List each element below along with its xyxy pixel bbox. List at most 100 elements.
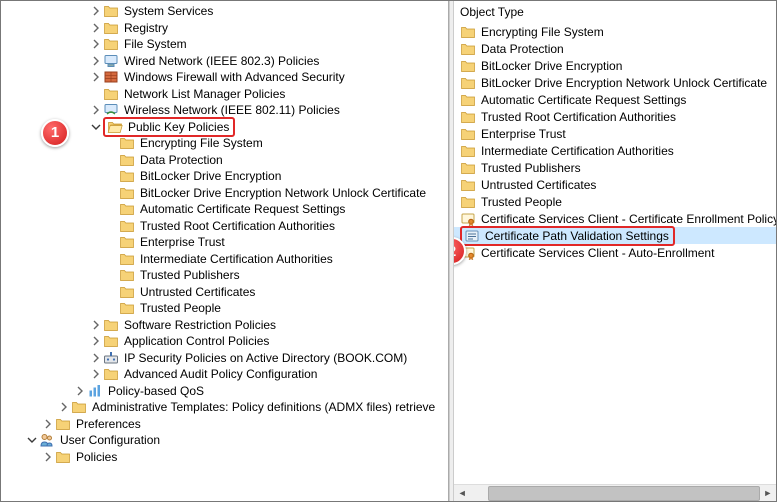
collapse-toggle[interactable]: [25, 435, 39, 445]
folder-icon: [119, 218, 135, 234]
tree-item-label: Trusted People: [138, 301, 223, 315]
folder-icon: [103, 20, 119, 36]
list-item[interactable]: Trusted People: [454, 193, 776, 210]
tree-item-label: Windows Firewall with Advanced Security: [122, 70, 347, 84]
expand-toggle[interactable]: [41, 452, 55, 462]
tree-item[interactable]: Advanced Audit Policy Configuration: [1, 366, 448, 383]
tree-item-label: Software Restriction Policies: [122, 318, 278, 332]
expand-toggle[interactable]: [89, 39, 103, 49]
tree-item[interactable]: System Services: [1, 3, 448, 20]
list-item-label: Intermediate Certification Authorities: [479, 144, 676, 158]
list-item[interactable]: Intermediate Certification Authorities: [454, 142, 776, 159]
tree-item-label: BitLocker Drive Encryption Network Unloc…: [138, 186, 428, 200]
tree-item[interactable]: Policies: [1, 449, 448, 466]
list-item[interactable]: Encrypting File System: [454, 23, 776, 40]
list-item[interactable]: Certificate Services Client - Certificat…: [454, 210, 776, 227]
list-item[interactable]: Data Protection: [454, 40, 776, 57]
column-header-object-type[interactable]: Object Type: [454, 1, 776, 23]
list-item[interactable]: Trusted Root Certification Authorities: [454, 108, 776, 125]
tree-item[interactable]: Registry: [1, 20, 448, 37]
list-item[interactable]: BitLocker Drive Encryption: [454, 57, 776, 74]
tree-item[interactable]: Network List Manager Policies: [1, 86, 448, 103]
expand-toggle[interactable]: [57, 402, 71, 412]
folder-icon: [103, 3, 119, 19]
folder-icon: [460, 24, 476, 40]
folder-icon: [119, 152, 135, 168]
expand-toggle[interactable]: [73, 386, 87, 396]
expand-toggle[interactable]: [89, 320, 103, 330]
tree-item-label: Trusted Root Certification Authorities: [138, 219, 337, 233]
list-item-label: Enterprise Trust: [479, 127, 568, 141]
tree-item-label: Network List Manager Policies: [122, 87, 287, 101]
list-item[interactable]: Certificate Services Client - Auto-Enrol…: [454, 244, 776, 261]
list-item[interactable]: BitLocker Drive Encryption Network Unloc…: [454, 74, 776, 91]
list-item-label: Certificate Services Client - Auto-Enrol…: [479, 246, 716, 260]
folder-icon: [460, 58, 476, 74]
expand-toggle[interactable]: [89, 6, 103, 16]
tree-item[interactable]: Public Key Policies1: [1, 119, 448, 136]
expand-toggle[interactable]: [41, 419, 55, 429]
expand-toggle[interactable]: [89, 353, 103, 363]
tree-item-label: Administrative Templates: Policy definit…: [90, 400, 437, 414]
tree-item[interactable]: File System: [1, 36, 448, 53]
tree-item[interactable]: IP Security Policies on Active Directory…: [1, 350, 448, 367]
tree-item[interactable]: Automatic Certificate Request Settings: [1, 201, 448, 218]
list-item[interactable]: Automatic Certificate Request Settings: [454, 91, 776, 108]
tree-item[interactable]: Wired Network (IEEE 802.3) Policies: [1, 53, 448, 70]
tree-item[interactable]: Trusted Publishers: [1, 267, 448, 284]
qos-icon: [87, 383, 103, 399]
list-item[interactable]: Untrusted Certificates: [454, 176, 776, 193]
expand-toggle[interactable]: [89, 369, 103, 379]
folder-icon: [103, 36, 119, 52]
tree-item-label: Preferences: [74, 417, 143, 431]
list-item-label: Data Protection: [479, 42, 566, 56]
ipsec-icon: [103, 350, 119, 366]
list-item[interactable]: Enterprise Trust: [454, 125, 776, 142]
tree-item-label: Registry: [122, 21, 170, 35]
expand-toggle[interactable]: [89, 72, 103, 82]
tree-item[interactable]: Application Control Policies: [1, 333, 448, 350]
scroll-left-arrow[interactable]: ◄: [454, 485, 470, 502]
tree-item[interactable]: Untrusted Certificates: [1, 284, 448, 301]
folder-icon: [119, 267, 135, 283]
folder-icon: [460, 92, 476, 108]
list-item-label: BitLocker Drive Encryption: [479, 59, 624, 73]
expand-toggle[interactable]: [89, 23, 103, 33]
tree-item[interactable]: BitLocker Drive Encryption: [1, 168, 448, 185]
folder-icon: [119, 185, 135, 201]
tree-item[interactable]: Trusted People: [1, 300, 448, 317]
list-pane: Object Type Encrypting File System Data P…: [454, 1, 776, 501]
tree-item[interactable]: Windows Firewall with Advanced Security: [1, 69, 448, 86]
folder-icon: [119, 234, 135, 250]
tree-item[interactable]: Enterprise Trust: [1, 234, 448, 251]
expand-toggle[interactable]: [89, 56, 103, 66]
list-item[interactable]: Trusted Publishers: [454, 159, 776, 176]
folder-icon: [119, 201, 135, 217]
folder-icon: [460, 41, 476, 57]
wireless-net-icon: [103, 102, 119, 118]
tree-item[interactable]: Administrative Templates: Policy definit…: [1, 399, 448, 416]
tree-item[interactable]: BitLocker Drive Encryption Network Unloc…: [1, 185, 448, 202]
scroll-thumb[interactable]: [488, 486, 759, 501]
scroll-right-arrow[interactable]: ►: [760, 485, 776, 502]
tree-item[interactable]: Software Restriction Policies: [1, 317, 448, 334]
collapse-toggle[interactable]: [89, 122, 103, 132]
tree-item[interactable]: Policy-based QoS: [1, 383, 448, 400]
tree-item-label: Enterprise Trust: [138, 235, 227, 249]
wired-net-icon: [103, 53, 119, 69]
tree-item-label: Encrypting File System: [138, 136, 265, 150]
list-item-label: Trusted Root Certification Authorities: [479, 110, 678, 124]
tree-item-label: System Services: [122, 4, 215, 18]
tree-item[interactable]: User Configuration: [1, 432, 448, 449]
tree-item[interactable]: Data Protection: [1, 152, 448, 169]
expand-toggle[interactable]: [89, 336, 103, 346]
tree-item[interactable]: Intermediate Certification Authorities: [1, 251, 448, 268]
tree-item[interactable]: Trusted Root Certification Authorities: [1, 218, 448, 235]
list-item-label: Trusted Publishers: [479, 161, 583, 175]
folder-icon: [460, 126, 476, 142]
horizontal-scrollbar[interactable]: ◄ ►: [454, 484, 776, 501]
tree-item[interactable]: Preferences: [1, 416, 448, 433]
expand-toggle[interactable]: [89, 105, 103, 115]
list-item[interactable]: Certificate Path Validation Settings2: [454, 227, 776, 244]
annotation-callout: 1: [41, 119, 69, 147]
